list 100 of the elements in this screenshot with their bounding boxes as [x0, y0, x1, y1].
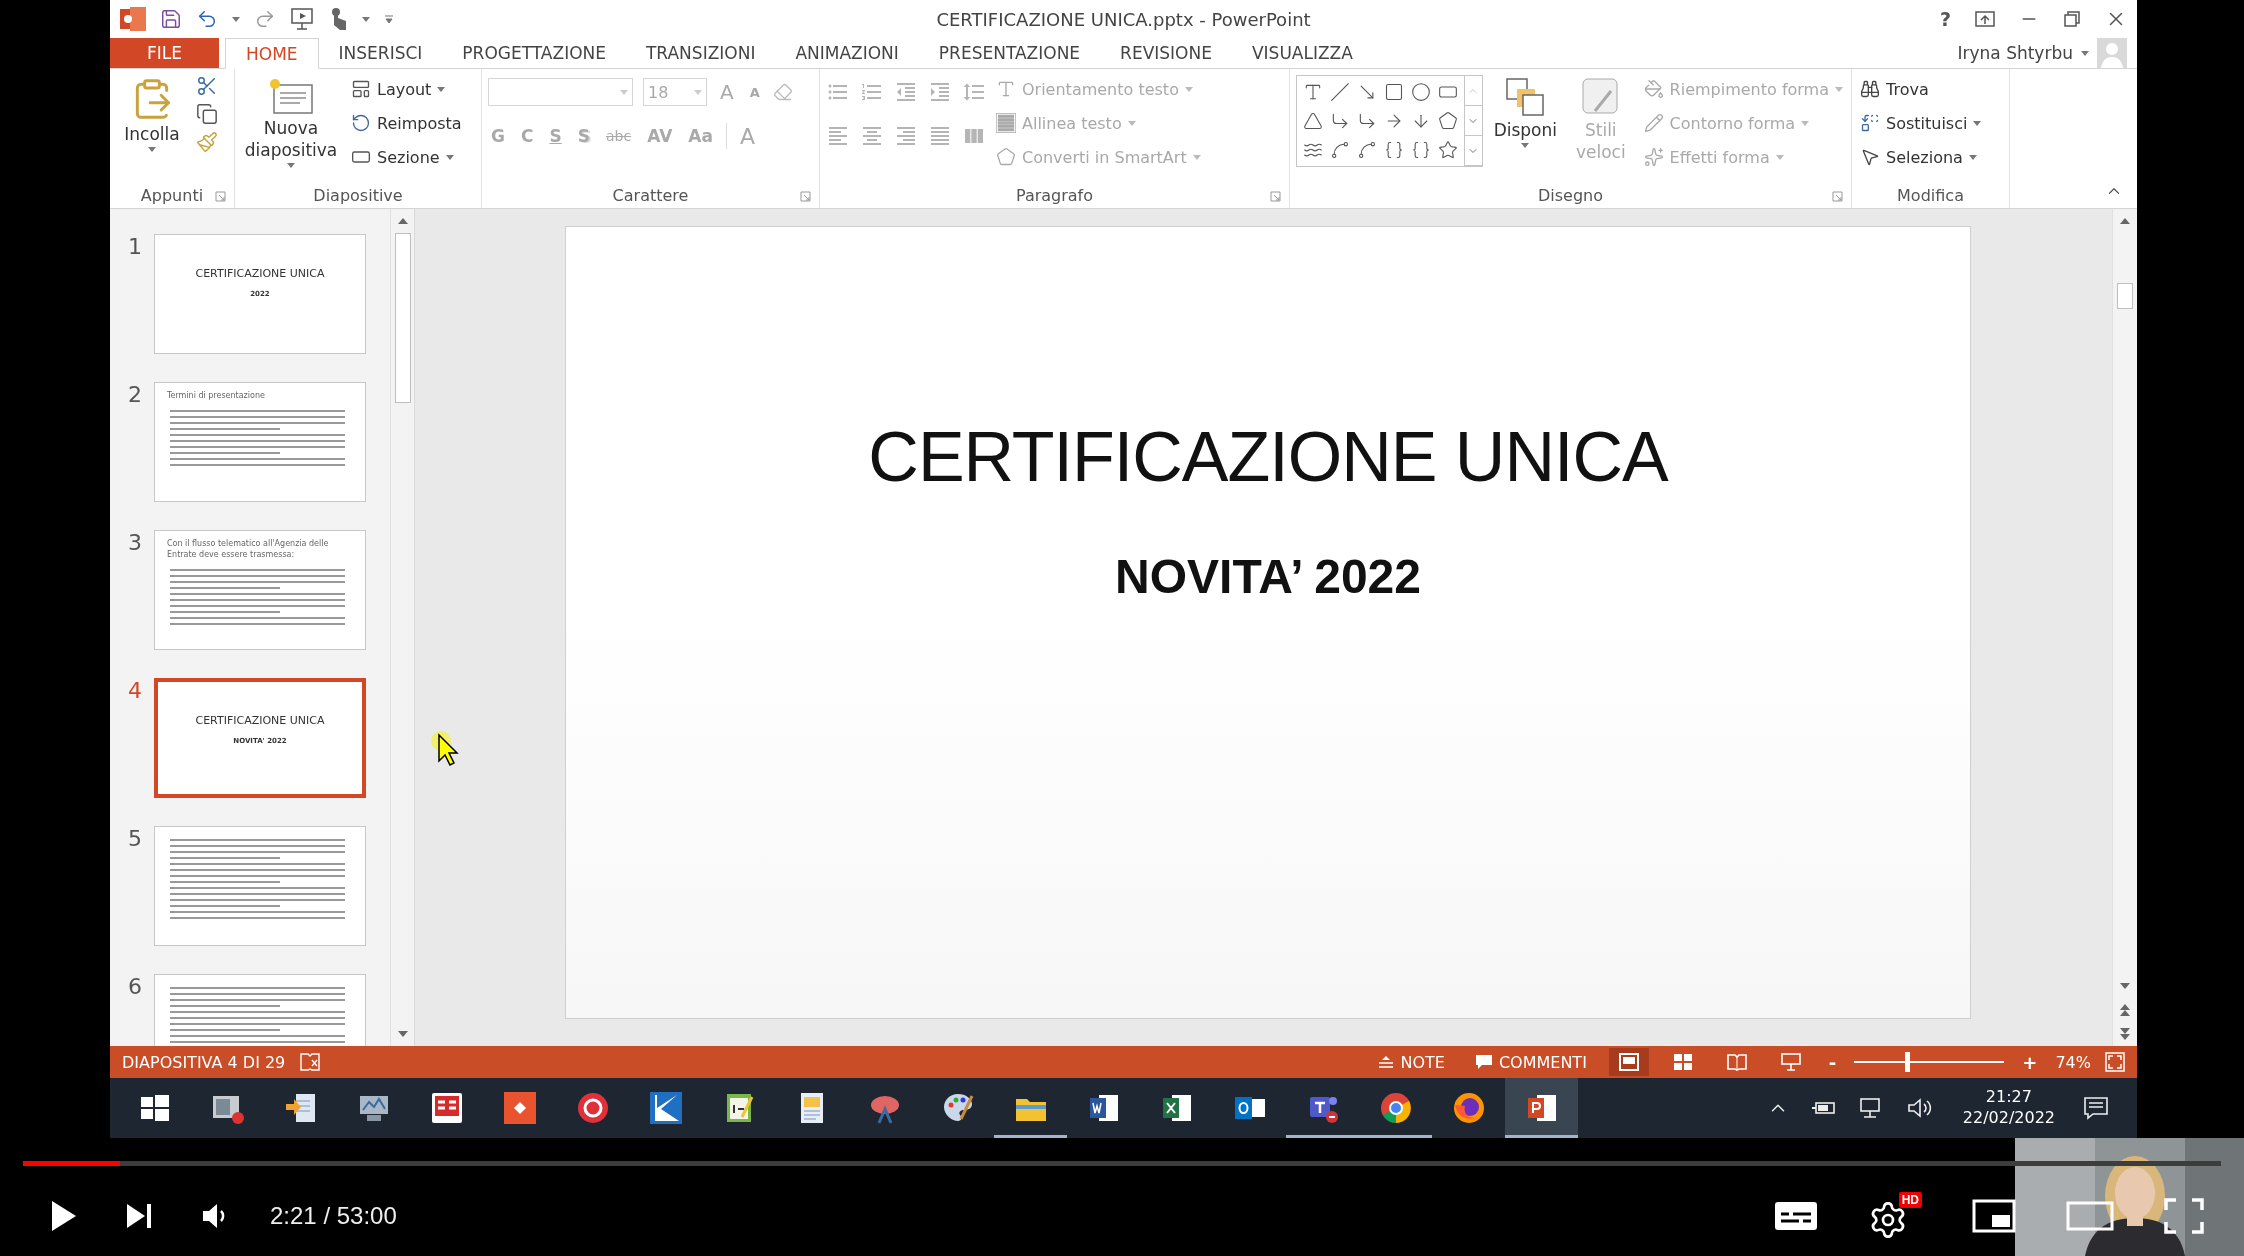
select-button[interactable]: Seleziona: [1858, 143, 1984, 171]
slide-title: CERTIFICAZIONE UNICA: [868, 417, 1668, 497]
comments-button[interactable]: COMMENTI: [1466, 1052, 1595, 1072]
slide-number: 5: [128, 826, 143, 853]
slide-sorter-icon: [1672, 1053, 1693, 1071]
settings-button[interactable]: HD: [1868, 1192, 1922, 1240]
taskbar-app[interactable]: [1505, 1078, 1578, 1138]
notifications-icon[interactable]: [2083, 1096, 2109, 1120]
paint-bucket-icon: [1643, 79, 1664, 99]
quick-styles-icon: [1580, 77, 1621, 117]
line-icon[interactable]: [1329, 82, 1350, 103]
slide-number: 4: [128, 678, 143, 705]
curve-icon[interactable]: [1356, 139, 1377, 160]
binoculars-icon: [1860, 79, 1880, 99]
paste-button[interactable]: Incolla: [116, 75, 188, 155]
new-slide-button[interactable]: Nuova diapositiva: [241, 75, 341, 171]
spelling-icon[interactable]: [299, 1052, 322, 1072]
copy-icon[interactable]: [196, 103, 218, 125]
progress-bar[interactable]: [23, 1161, 2221, 1166]
caret-icon: [2081, 50, 2089, 56]
dialog-launcher-icon[interactable]: [1832, 191, 1843, 202]
next-slide-icon[interactable]: [2117, 1026, 2133, 1042]
touch-icon[interactable]: [330, 7, 348, 31]
zoom-out-button[interactable]: -: [1824, 1051, 1841, 1073]
triangle-icon[interactable]: [1302, 111, 1323, 131]
redo-icon[interactable]: [254, 8, 276, 30]
save-icon[interactable]: [160, 8, 182, 30]
scissors-icon[interactable]: [196, 75, 218, 97]
dialog-launcher-icon[interactable]: [800, 191, 811, 202]
caret-icon: [1521, 143, 1530, 149]
replace-button[interactable]: Sostituisci: [1858, 109, 1984, 137]
clock[interactable]: 21:27 22/02/2022: [1956, 1086, 2061, 1130]
next-button[interactable]: [124, 1201, 154, 1231]
slide-thumbnail[interactable]: Con il flusso telematico all'Agenzia delle Entrate deve essere trasmessa:: [154, 530, 366, 650]
powerpoint-logo-icon: [120, 7, 146, 31]
font-name-field[interactable]: [488, 78, 633, 106]
scrollbar-thumb[interactable]: [2117, 283, 2133, 309]
caret-icon: [1184, 86, 1193, 92]
slide-number: 1: [128, 234, 143, 261]
star-icon[interactable]: [1438, 139, 1459, 160]
dialog-launcher-icon[interactable]: [1270, 191, 1281, 202]
notes-button[interactable]: NOTE: [1370, 1052, 1453, 1072]
caret-icon: [1968, 154, 1977, 160]
reset-button[interactable]: Reimposta: [349, 109, 464, 137]
left-brace-icon[interactable]: [1383, 139, 1404, 160]
right-brace-icon[interactable]: [1411, 139, 1431, 160]
find-button[interactable]: Trova: [1858, 75, 1984, 103]
font-size-field[interactable]: 18: [643, 78, 707, 106]
slideshow-icon[interactable]: [290, 7, 316, 31]
oval-icon[interactable]: [1411, 82, 1431, 103]
dialog-launcher-icon[interactable]: [215, 191, 226, 202]
thumbnail-heading: Con il flusso telematico all'Agenzia delle Entrate deve essere trasmessa:: [167, 539, 330, 561]
ring-icon: [575, 1091, 610, 1125]
group-label: Carattere: [612, 185, 689, 205]
thumbnail-title: CERTIFICAZIONE UNICA: [195, 267, 325, 280]
rectangle-icon[interactable]: [1383, 82, 1404, 103]
caret-icon: [1775, 154, 1784, 160]
group-label: Paragrafo: [1015, 185, 1094, 205]
customize-icon[interactable]: [384, 14, 394, 24]
slide-thumbnail[interactable]: Termini di presentazione: [154, 382, 366, 502]
caret-icon: [148, 147, 156, 153]
k-logo-icon: [648, 1091, 683, 1125]
arrange-button[interactable]: Disponi: [1490, 75, 1560, 151]
help-button[interactable]: ?: [1939, 8, 1951, 30]
previous-slide-icon[interactable]: [2117, 1002, 2133, 1018]
zoom-in-button[interactable]: +: [2018, 1051, 2042, 1073]
restore-icon[interactable]: [2063, 10, 2081, 28]
scrollbar-thumb[interactable]: [394, 233, 411, 403]
subtitles-button[interactable]: [1774, 1200, 1818, 1232]
layout-button[interactable]: Layout: [349, 75, 464, 103]
view-button[interactable]: [1608, 1048, 1649, 1076]
align-text-icon: [996, 113, 1016, 133]
slide-thumbnail[interactable]: [154, 826, 366, 946]
normal-view-icon: [1618, 1053, 1639, 1071]
file-tab[interactable]: FILE: [110, 38, 219, 68]
arc-icon[interactable]: [1329, 139, 1350, 160]
ribbon-tab[interactable]: HOME: [225, 38, 319, 69]
pentagon-icon[interactable]: [1438, 111, 1459, 131]
replace-icon: [1860, 113, 1880, 133]
subtitles-icon: [1774, 1200, 1818, 1232]
new-slide-icon: [268, 77, 314, 115]
theater-icon: [2066, 1201, 2114, 1231]
play-button[interactable]: [50, 1199, 78, 1233]
zoom-slider-thumb[interactable]: [1904, 1052, 1910, 1072]
fit-window-icon[interactable]: [2105, 1052, 2125, 1072]
fullscreen-icon: [2164, 1198, 2204, 1234]
caret-icon: [1127, 120, 1136, 126]
section-button[interactable]: Sezione: [349, 143, 464, 171]
group-label: Modifica: [1897, 185, 1964, 205]
theater-mode-button[interactable]: [2066, 1201, 2114, 1231]
account-name[interactable]: Iryna Shtyrbu: [1957, 43, 2073, 63]
caret-icon: [232, 16, 240, 22]
miniplayer-button[interactable]: [1972, 1199, 2016, 1233]
hd-badge: HD: [1898, 1192, 1922, 1208]
thumbnail-title: CERTIFICAZIONE UNICA: [195, 714, 325, 727]
ribbon-options-icon[interactable]: [1975, 11, 1995, 27]
fullscreen-button[interactable]: [2164, 1198, 2204, 1234]
slide-number: 6: [128, 974, 143, 1001]
undo-icon[interactable]: [196, 8, 218, 30]
battery-icon[interactable]: [1810, 1099, 1837, 1117]
